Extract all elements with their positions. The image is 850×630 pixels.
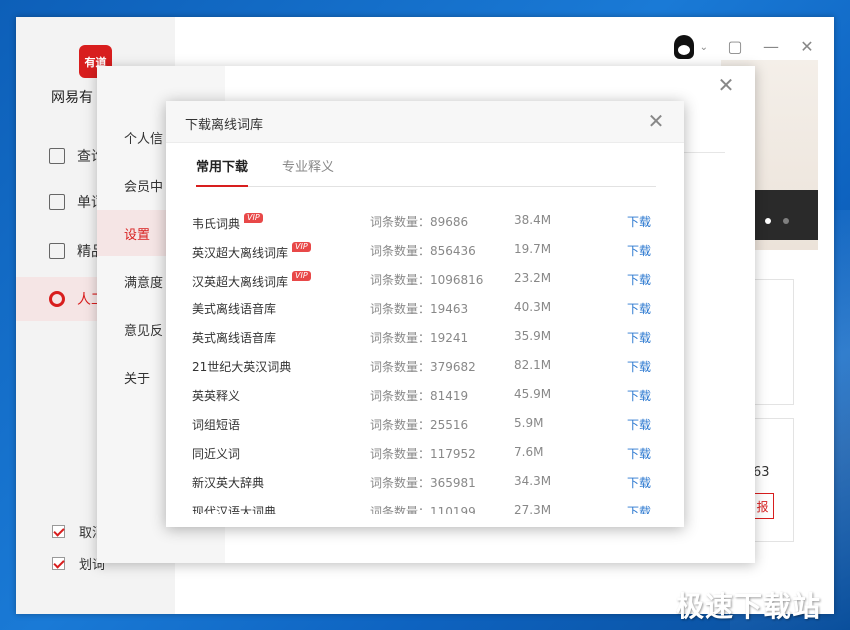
entry-count: 词条数量：25516 <box>370 418 469 432</box>
vip-badge: VIP <box>292 242 311 252</box>
entry-count: 词条数量：19463 <box>370 302 469 316</box>
download-link[interactable]: 下载 <box>627 416 651 433</box>
entry-count: 词条数量：19241 <box>370 331 469 345</box>
download-link[interactable]: 下载 <box>627 474 651 491</box>
dictionary-row: 美式离线语音库 词条数量：19463 40.3M 下载 <box>192 293 662 322</box>
dict-name: 英式离线语音库 <box>192 331 277 345</box>
entry-count: 词条数量：365981 <box>370 476 476 490</box>
dict-name: 汉英超大离线词库 <box>192 275 289 289</box>
dict-name-wrap: 汉英超大离线词库 VIP <box>192 271 311 290</box>
file-size: 7.6M <box>514 445 544 459</box>
app-name: 网易有 <box>51 90 93 106</box>
download-link[interactable]: 下载 <box>627 271 651 288</box>
vip-badge: VIP <box>244 213 263 223</box>
download-offline-dict-dialog: 下载离线词库 ✕ 常用下载 专业释义 韦氏词典 VIP 词条数量：89686 38… <box>166 101 684 527</box>
download-link[interactable]: 下载 <box>627 503 651 514</box>
file-size: 38.4M <box>514 213 552 227</box>
file-size: 27.3M <box>514 503 552 514</box>
dict-name: 英汉超大离线词库 <box>192 246 289 260</box>
dictionary-row: 现代汉语大词典 词条数量：110199 27.3M 下载 <box>192 496 662 514</box>
entry-count: 词条数量：110199 <box>370 505 476 514</box>
dialog-header: 下载离线词库 ✕ <box>166 101 684 143</box>
dict-name: 韦氏词典 <box>192 217 241 231</box>
file-size: 40.3M <box>514 300 552 314</box>
download-link[interactable]: 下载 <box>627 445 651 462</box>
download-link[interactable]: 下载 <box>627 213 651 230</box>
account-menu[interactable]: ⌄ <box>673 35 708 59</box>
entry-count: 词条数量：1096816 <box>370 273 484 287</box>
download-link[interactable]: 下载 <box>627 300 651 317</box>
entry-count: 词条数量：856436 <box>370 244 476 258</box>
entry-count: 词条数量：117952 <box>370 447 476 461</box>
dict-name: 词组短语 <box>192 418 241 432</box>
dict-name: 21世纪大英汉词典 <box>192 360 292 374</box>
maximize-icon[interactable]: ▢ <box>726 38 744 56</box>
dialog-tabs: 常用下载 专业释义 <box>196 153 656 187</box>
dictionary-row: 汉英超大离线词库 VIP 词条数量：1096816 23.2M 下载 <box>192 264 662 293</box>
dictionary-row: 词组短语 词条数量：25516 5.9M 下载 <box>192 409 662 438</box>
video-icon <box>49 243 65 259</box>
human-translate-icon <box>49 291 65 307</box>
dialog-close-icon[interactable]: ✕ <box>645 110 667 132</box>
entry-count: 词条数量：379682 <box>370 360 476 374</box>
checkbox[interactable] <box>52 525 65 538</box>
download-link[interactable]: 下载 <box>627 329 651 346</box>
close-icon[interactable]: ✕ <box>798 38 816 56</box>
file-size: 34.3M <box>514 474 552 488</box>
tab-professional[interactable]: 专业释义 <box>282 156 334 185</box>
minimize-icon[interactable]: — <box>762 38 780 56</box>
titlebar-controls: ⌄ ▢ — ✕ <box>673 35 816 59</box>
file-size: 19.7M <box>514 242 552 256</box>
qq-avatar-icon <box>673 35 694 59</box>
banner-dot[interactable] <box>783 218 789 224</box>
site-watermark: 极速下载站 <box>676 590 822 623</box>
download-link[interactable]: 下载 <box>627 242 651 259</box>
file-size: 5.9M <box>514 416 544 430</box>
chevron-down-icon: ⌄ <box>699 41 708 53</box>
dictionary-row: 韦氏词典 VIP 词条数量：89686 38.4M 下载 <box>192 206 662 235</box>
tab-common-download[interactable]: 常用下载 <box>196 156 249 187</box>
checkbox[interactable] <box>52 557 65 570</box>
file-size: 82.1M <box>514 358 552 372</box>
file-size: 45.9M <box>514 387 552 401</box>
dictionary-row: 英汉超大离线词库 VIP 词条数量：856436 19.7M 下载 <box>192 235 662 264</box>
entry-count: 词条数量：89686 <box>370 215 469 229</box>
dict-name: 现代汉语大词典 <box>192 505 277 514</box>
dialog-title: 下载离线词库 <box>185 118 264 133</box>
dictionary-list: 韦氏词典 VIP 词条数量：89686 38.4M 下载 英汉超大离线词库 VIP … <box>192 206 662 514</box>
dictionary-row: 英英释义 词条数量：81419 45.9M 下载 <box>192 380 662 409</box>
download-link[interactable]: 下载 <box>627 358 651 375</box>
dictionary-row: 21世纪大英汉词典 词条数量：379682 82.1M 下载 <box>192 351 662 380</box>
vip-badge: VIP <box>292 271 311 281</box>
dict-name: 英英释义 <box>192 389 241 403</box>
dictionary-row: 新汉英大辞典 词条数量：365981 34.3M 下载 <box>192 467 662 496</box>
dict-name: 新汉英大辞典 <box>192 476 265 490</box>
dict-name: 同近义词 <box>192 447 241 461</box>
dictionary-row: 同近义词 词条数量：117952 7.6M 下载 <box>192 438 662 467</box>
dict-name-wrap: 韦氏词典 VIP <box>192 213 263 232</box>
dict-name-wrap: 英汉超大离线词库 VIP <box>192 242 311 261</box>
file-size: 23.2M <box>514 271 552 285</box>
settings-close-icon[interactable]: ✕ <box>715 74 737 96</box>
dict-name: 美式离线语音库 <box>192 302 277 316</box>
file-size: 35.9M <box>514 329 552 343</box>
dictionary-row: 英式离线语音库 词条数量：19241 35.9M 下载 <box>192 322 662 351</box>
download-link[interactable]: 下载 <box>627 387 651 404</box>
report-button[interactable]: 报 <box>752 493 774 519</box>
dictionary-icon <box>49 148 65 164</box>
wordbook-icon <box>49 194 65 210</box>
entry-count: 词条数量：81419 <box>370 389 469 403</box>
banner-dot[interactable] <box>765 218 771 224</box>
